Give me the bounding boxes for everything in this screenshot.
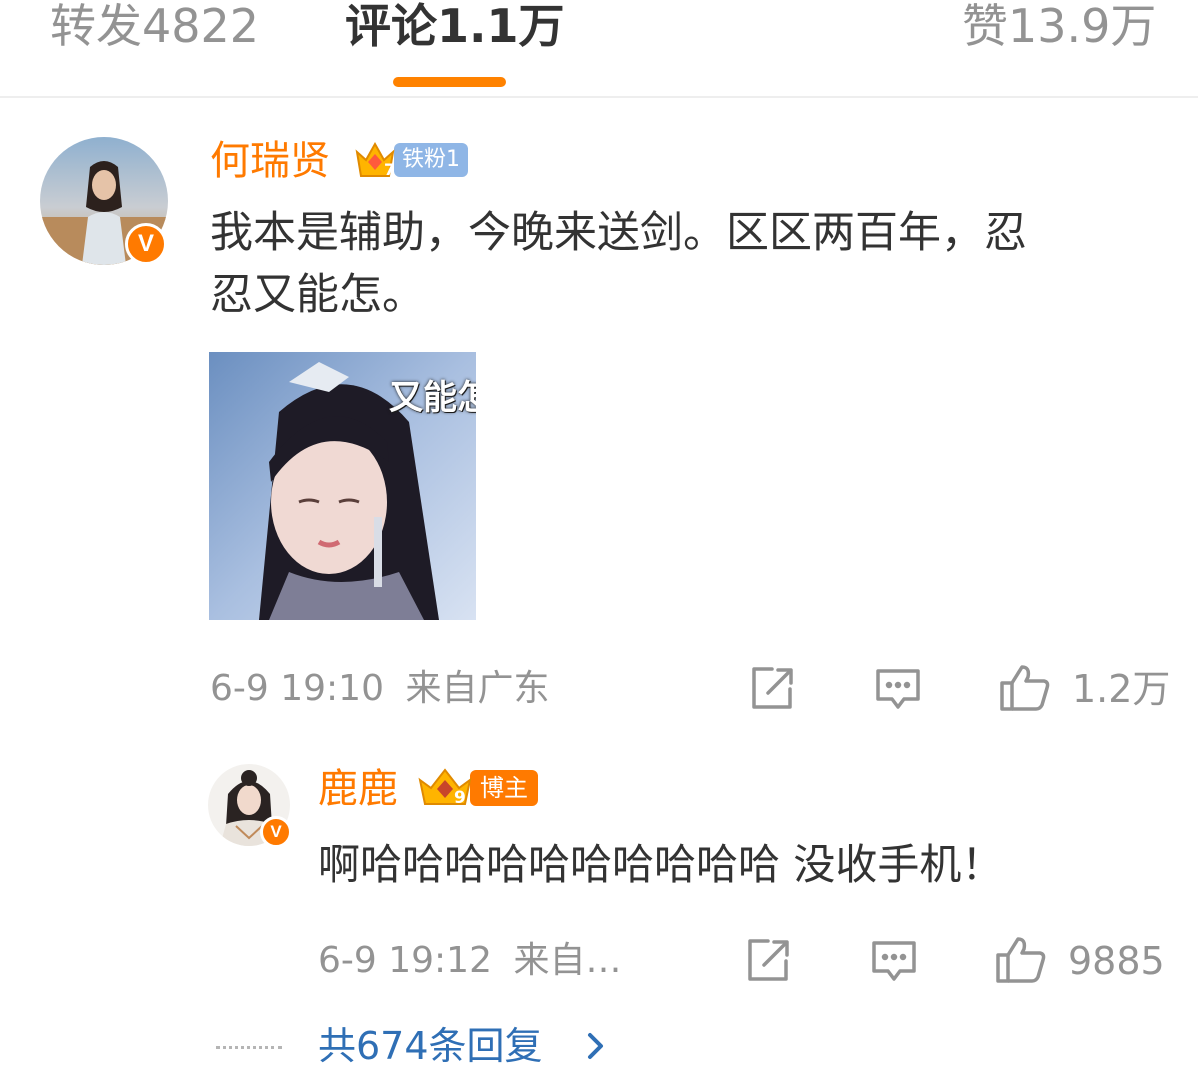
comment-image[interactable]: 又能怎 [209,352,476,620]
reply-repost-icon[interactable] [744,937,792,985]
blogger-badge-level: 9 [454,788,466,808]
crown-icon: 7 [352,138,398,182]
tab-comments-label: 评论 [345,0,437,53]
comment-icon[interactable] [874,667,922,713]
tab-likes-count: 13.9万 [1008,0,1157,53]
tab-reposts-label: 转发 [50,0,142,53]
reply-verified-v-icon: V [260,816,292,848]
comment-image-caption: 又能怎 [389,378,476,418]
fan-badge-level: 7 [384,160,396,179]
chevron-right-icon[interactable] [585,1031,607,1065]
reply-text: 啊哈哈哈哈哈哈哈哈哈哈 没收手机！ [318,840,1004,889]
comment-timestamp: 6-9 19:10 [210,668,384,709]
tab-likes[interactable]: 赞13.9万 [962,0,1156,52]
reply-meta: 6-9 19:12 来自… [318,939,621,983]
blogger-badge[interactable]: 9 博主 [416,766,538,810]
tab-reposts[interactable]: 转发4822 [50,0,259,52]
comment-text-line1: 我本是辅助，今晚来送剑。区区两百年，忍 [210,208,1027,258]
more-replies-dots [216,1046,282,1049]
reply-like-count: 9885 [1068,939,1165,983]
fan-badge[interactable]: 7 铁粉1 [352,138,468,182]
verified-v-icon: V [125,223,167,265]
reply-crown-icon: 9 [416,766,474,810]
repost-icon[interactable] [748,665,796,713]
active-tab-indicator [393,77,506,87]
more-replies-label: 共674条回复 [318,1024,543,1068]
fan-badge-label: 铁粉1 [394,143,468,177]
comment-meta: 6-9 19:10 来自广东 [210,667,549,711]
comment-like-count: 1.2万 [1072,667,1171,711]
tabs-divider [0,96,1198,98]
reply-comment-icon[interactable] [870,939,918,985]
reply-location: 来自… [513,940,622,981]
tab-likes-label: 赞 [962,0,1008,53]
tab-reposts-count: 4822 [142,0,260,53]
comment-location: 来自广东 [405,668,550,709]
comment-text-line2: 忍又能怎。 [210,270,425,320]
reply-like-icon[interactable] [994,935,1048,985]
reply-username[interactable]: 鹿鹿 [318,764,398,814]
tab-comments-count: 1.1万 [437,0,565,53]
more-replies-link[interactable]: 共674条回复 [318,1022,543,1070]
tab-comments[interactable]: 评论1.1万 [345,0,565,52]
blogger-badge-label: 博主 [470,770,538,806]
like-icon[interactable] [998,663,1052,713]
comment-username[interactable]: 何瑞贤 [210,136,330,186]
reply-timestamp: 6-9 19:12 [318,940,492,981]
